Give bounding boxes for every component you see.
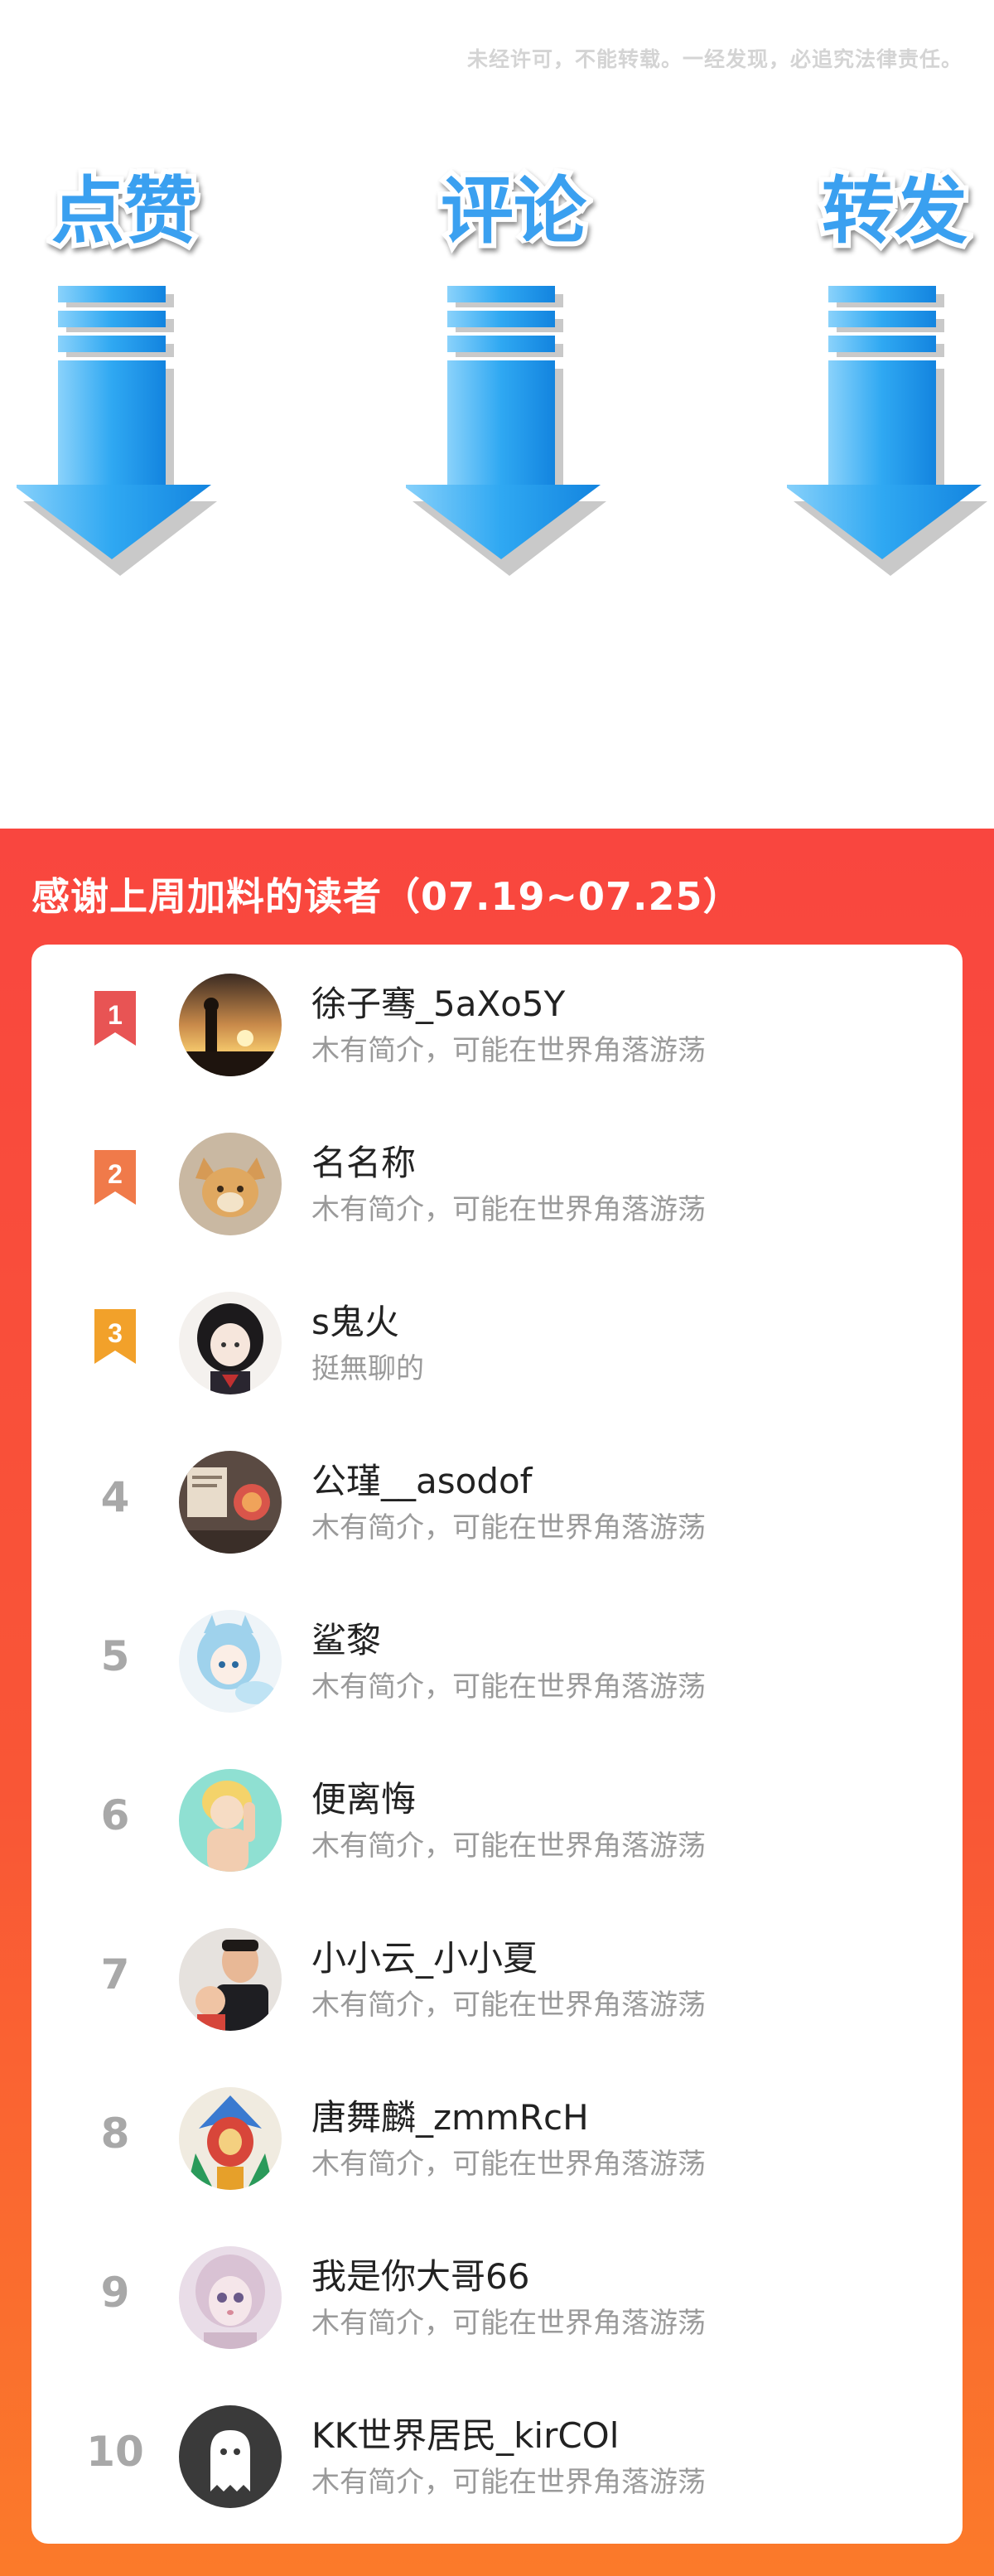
- reader-name: KK世界居民_kirCOl: [311, 2415, 620, 2456]
- rank-number: 9: [100, 2269, 130, 2317]
- rank-number: 5: [100, 1632, 130, 1680]
- reader-row[interactable]: 6 便离悔 木有简介，可能在世界角落游荡: [31, 1740, 963, 1899]
- share-label: 转发: [817, 163, 972, 259]
- reader-bio: 木有简介，可能在世界角落游荡: [311, 2466, 706, 2499]
- reader-row[interactable]: 9 我是你大哥66 木有简介，可能在世界角落游荡: [31, 2217, 963, 2376]
- reader-row[interactable]: 2 名名称 木有简介，可能在世界角落游荡: [31, 1104, 963, 1263]
- like-prompt: 点赞: [17, 163, 232, 597]
- reader-name: s鬼火: [311, 1302, 399, 1342]
- comment-label: 评论: [436, 163, 591, 259]
- share-prompt: 转发: [787, 163, 994, 597]
- reader-bio: 木有简介，可能在世界角落游荡: [311, 1193, 706, 1226]
- rank-number: 6: [100, 1791, 130, 1839]
- reader-row[interactable]: 7 小小云_小小夏 木有简介，可能在世界角落游荡: [31, 1899, 963, 2058]
- rank-badge-3: 3: [94, 1309, 136, 1364]
- avatar[interactable]: [179, 2405, 282, 2508]
- reader-name: 公瑾__asodof: [311, 1461, 533, 1501]
- reader-name: 便离悔: [311, 1779, 417, 1820]
- reader-row[interactable]: 4 公瑾__asodof 木有简介，可能在世界角落游荡: [31, 1422, 963, 1581]
- reader-bio: 木有简介，可能在世界角落游荡: [311, 1670, 706, 1704]
- svg-text:3: 3: [108, 1318, 123, 1348]
- reader-name: 我是你大哥66: [311, 2256, 530, 2297]
- down-arrow-icon: [787, 286, 987, 576]
- reader-name: 徐子骞_5aXo5Y: [311, 984, 566, 1024]
- reader-bio: 木有简介，可能在世界角落游荡: [311, 1034, 706, 1067]
- avatar[interactable]: [179, 1928, 282, 2031]
- avatar[interactable]: [179, 1133, 282, 1235]
- reader-name: 名名称: [311, 1143, 417, 1183]
- reader-row[interactable]: 3 s鬼火 挺無聊的: [31, 1263, 963, 1422]
- reader-row[interactable]: 5 鲨黎 木有简介，可能在世界角落游荡: [31, 1581, 963, 1740]
- down-arrow-icon: [406, 286, 606, 576]
- svg-text:1: 1: [108, 1000, 123, 1030]
- rank-badge-1: 1: [94, 991, 136, 1046]
- avatar[interactable]: [179, 1610, 282, 1713]
- rank-number: 10: [86, 2428, 144, 2476]
- avatar[interactable]: [179, 2087, 282, 2190]
- avatar[interactable]: [179, 2246, 282, 2349]
- reader-bio: 木有简介，可能在世界角落游荡: [311, 1829, 706, 1863]
- reader-row[interactable]: 8 唐舞麟_zmmRcH 木有简介，可能在世界角落游荡: [31, 2058, 963, 2217]
- reader-bio: 木有简介，可能在世界角落游荡: [311, 2148, 706, 2181]
- copyright-notice: 未经许可，不能转载。一经发现，必追究法律责任。: [466, 47, 963, 71]
- reader-bio: 木有简介，可能在世界角落游荡: [311, 1511, 706, 1544]
- rank-number: 8: [100, 2110, 130, 2158]
- reader-list: 1 徐子骞_5aXo5Y 木有简介，可能在世界角落游荡 2 名名称 木有简介，可…: [31, 945, 963, 2544]
- avatar[interactable]: [179, 1769, 282, 1872]
- reader-row[interactable]: 1 徐子骞_5aXo5Y 木有简介，可能在世界角落游荡: [31, 945, 963, 1104]
- reader-name: 鲨黎: [311, 1620, 382, 1660]
- reader-name: 唐舞麟_zmmRcH: [311, 2097, 589, 2138]
- reader-bio: 挺無聊的: [311, 1352, 424, 1385]
- avatar[interactable]: [179, 1292, 282, 1394]
- comment-prompt: 评论: [406, 163, 621, 597]
- rank-badge-2: 2: [94, 1150, 136, 1205]
- avatar[interactable]: [179, 974, 282, 1076]
- thanks-panel: 感谢上周加料的读者（07.19~07.25） 1 徐子骞_5aXo5Y 木有简介…: [0, 829, 994, 2576]
- rank-number: 7: [100, 1950, 130, 1998]
- svg-text:2: 2: [108, 1159, 123, 1189]
- panel-title: 感谢上周加料的读者（07.19~07.25）: [31, 874, 742, 919]
- avatar[interactable]: [179, 1451, 282, 1554]
- reader-name: 小小云_小小夏: [311, 1938, 538, 1979]
- reader-bio: 木有简介，可能在世界角落游荡: [311, 1989, 706, 2022]
- reader-row[interactable]: 10 KK世界居民_kirCOl 木有简介，可能在世界角落游荡: [31, 2376, 963, 2535]
- reader-bio: 木有简介，可能在世界角落游荡: [311, 2307, 706, 2340]
- rank-number: 4: [100, 1473, 130, 1521]
- down-arrow-icon: [17, 286, 217, 576]
- like-label: 点赞: [46, 163, 202, 259]
